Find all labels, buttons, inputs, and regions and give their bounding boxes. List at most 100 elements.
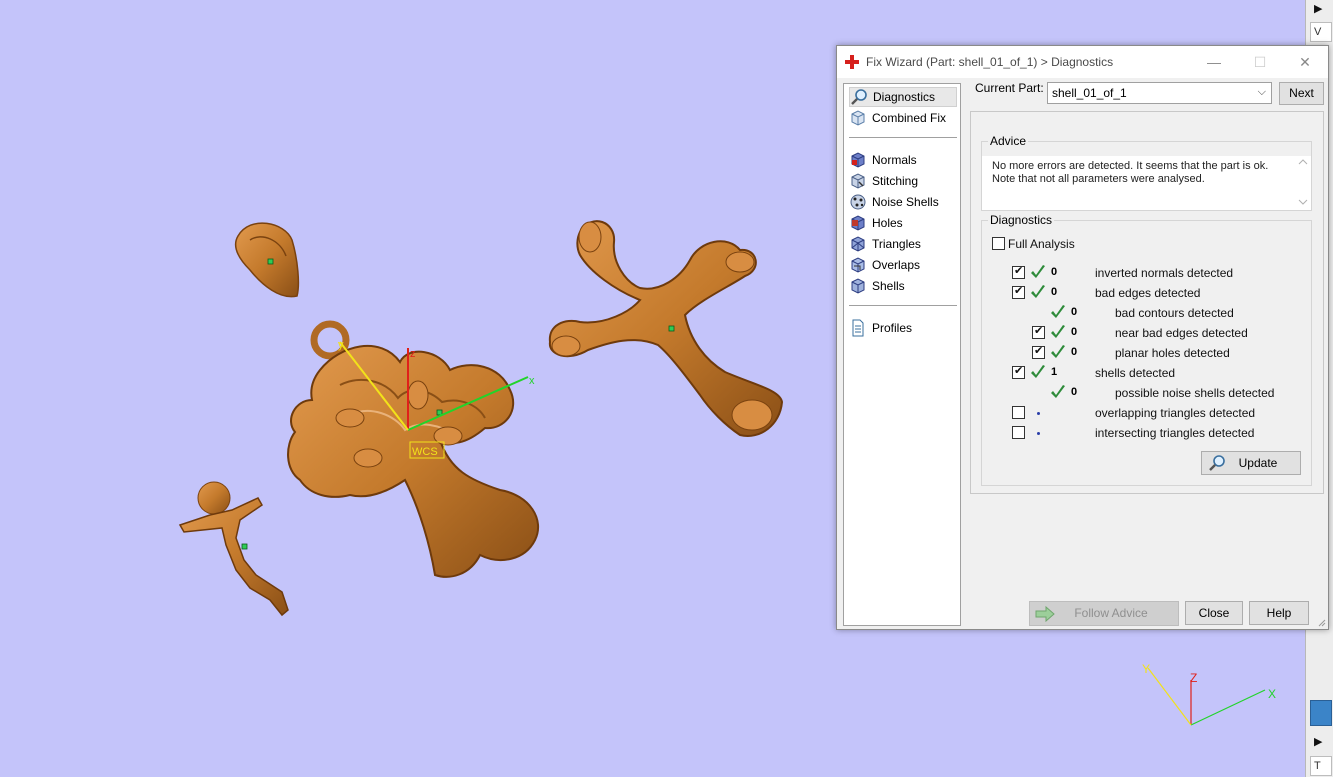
maximize-icon[interactable]: ☐ [1237,46,1283,78]
full-analysis-checkbox[interactable] [992,237,1005,250]
bad-edges-count: 0 [1051,286,1058,298]
next-button[interactable]: Next [1279,82,1324,105]
nav-item-normals[interactable]: Normals [849,150,957,170]
intersecting-triangles-label: intersecting triangles detected [1095,426,1255,440]
nav-item-diagnostics[interactable]: Diagnostics [849,87,957,107]
nav-item-profiles[interactable]: Profiles [849,318,957,338]
nav-item-noise-shells[interactable]: Noise Shells [849,192,957,212]
green-check-icon [1031,365,1045,378]
close-icon[interactable]: ✕ [1282,46,1328,78]
advice-scrollbar[interactable] [1295,156,1311,208]
current-part-label: Current Part: [975,81,1044,95]
overlapping-triangles-label: overlapping triangles detected [1095,406,1256,420]
help-button[interactable]: Help [1249,601,1309,625]
overlapping-triangles-checkbox[interactable] [1012,406,1025,419]
nav-label: Holes [872,216,903,230]
green-check-icon [1051,305,1065,318]
near-bad-edges-checkbox[interactable]: ✔ [1032,325,1045,339]
advice-group: Advice No more errors are detected. It s… [981,134,1312,211]
nav-separator [849,137,957,138]
nav-label: Diagnostics [873,90,936,104]
status-dot-icon [1037,432,1040,435]
orientation-triad: Z X Y [1142,662,1276,726]
nav-label: Triangles [872,237,921,251]
shells-count: 1 [1051,366,1058,378]
wizard-nav-panel: Diagnostics Combined Fix Normals Stitchi… [843,83,961,626]
noise-shells-count: 0 [1071,386,1078,398]
planar-holes-count: 0 [1071,346,1078,358]
red-cross-icon [845,55,859,69]
bad-edges-label: bad edges detected [1095,286,1201,300]
strip-button-v-label: V [1314,26,1322,38]
normals-cube-icon [851,152,865,168]
stitching-cube-icon [851,173,865,189]
noise-shells-label: possible noise shells detected [1115,386,1275,400]
advice-group-title: Advice [988,134,1029,148]
close-button[interactable]: Close [1185,601,1243,625]
advice-text-box[interactable]: No more errors are detected. It seems th… [982,156,1311,210]
status-dot-icon [1037,412,1040,415]
near-bad-edges-label: near bad edges detected [1115,326,1248,340]
nav-item-shells[interactable]: Shells [849,276,957,296]
noise-shells-icon [850,194,866,210]
strip-button-v[interactable]: V [1310,22,1332,42]
current-part-value: shell_01_of_1 [1052,86,1127,100]
nav-separator [849,305,957,306]
planar-holes-label: planar holes detected [1115,346,1230,360]
planar-holes-checkbox[interactable]: ✔ [1032,345,1045,359]
magnifier-icon [1209,455,1225,471]
green-check-icon [1051,385,1065,398]
dialog-title: Fix Wizard (Part: shell_01_of_1) > Diagn… [866,55,1114,69]
current-part-select[interactable]: shell_01_of_1 ⌵ [1047,82,1272,104]
fix-wizard-dialog: Fix Wizard (Part: shell_01_of_1) > Diagn… [836,45,1329,630]
axis-z-label: z [410,348,416,360]
axis-y-label: y [338,339,344,351]
nav-label: Noise Shells [872,195,939,209]
follow-advice-label: Follow Advice [1074,606,1148,620]
second-cross-model[interactable] [548,220,784,437]
update-label: Update [1238,456,1278,470]
intersecting-triangles-checkbox[interactable] [1012,426,1025,439]
bad-edges-checkbox[interactable]: ✔ [1012,285,1025,299]
nav-item-holes[interactable]: Holes [849,213,957,233]
resize-grip-icon[interactable] [1318,619,1326,627]
cube-icon [851,110,865,126]
nav-item-triangles[interactable]: Triangles [849,234,957,254]
part-cube-icon[interactable] [1310,700,1332,726]
follow-advice-button[interactable]: Follow Advice [1029,601,1179,626]
minimize-icon[interactable]: — [1191,46,1237,78]
corpus-figure-model[interactable] [178,481,289,617]
main-cross-model[interactable]: z x y WCS [287,320,540,578]
nav-label: Normals [872,153,917,167]
nav-item-combined-fix[interactable]: Combined Fix [849,108,957,128]
nav-item-overlaps[interactable]: Overlaps [849,255,957,275]
holes-cube-icon [851,215,865,231]
diagnostics-content-panel: Advice No more errors are detected. It s… [970,111,1324,494]
axis-x-label: x [529,375,535,387]
nav-label: Profiles [872,321,913,335]
shells-label: shells detected [1095,366,1176,380]
inverted-normals-checkbox[interactable]: ✔ [1012,265,1025,279]
nav-item-stitching[interactable]: Stitching [849,171,957,191]
chevron-down-icon: ⌵ [1257,86,1266,98]
magnifier-icon [851,89,867,105]
expand-arrow-icon[interactable]: ▶ [1314,735,1322,748]
document-icon [852,319,864,337]
strip-button-t[interactable]: T [1310,756,1332,776]
arrow-right-icon [1035,606,1055,622]
update-button[interactable]: Update [1201,451,1301,475]
diagnostics-group-title: Diagnostics [988,213,1055,227]
wcs-label: WCS [412,446,438,458]
overlaps-cube-icon [851,257,865,273]
bail-model[interactable] [234,222,300,298]
dialog-titlebar[interactable]: Fix Wizard (Part: shell_01_of_1) > Diagn… [837,46,1328,78]
green-check-icon [1031,265,1045,278]
shells-cube-icon [851,278,865,294]
shells-checkbox[interactable]: ✔ [1012,365,1025,379]
triad-y-label: Y [1142,662,1150,676]
nav-label: Shells [872,279,905,293]
expand-arrow-icon[interactable]: ▶ [1314,2,1322,15]
inverted-normals-count: 0 [1051,266,1058,278]
green-check-icon [1051,345,1065,358]
triad-x-label: X [1268,687,1276,701]
